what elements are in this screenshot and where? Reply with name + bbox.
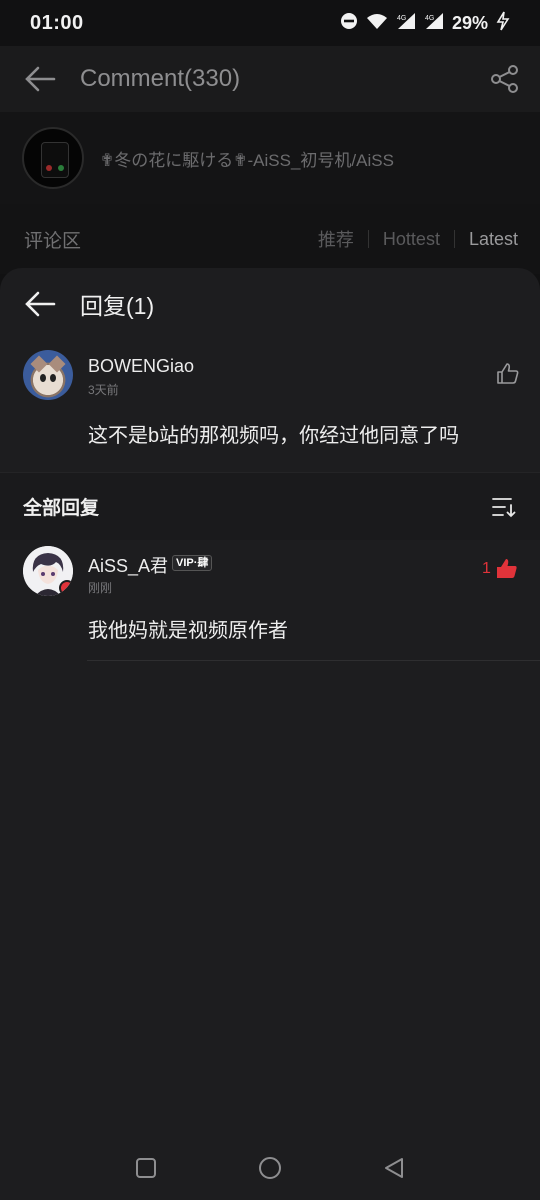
- signal-4g-icon-2: 4G: [424, 12, 444, 35]
- tab-recommended[interactable]: 推荐: [304, 226, 368, 252]
- back-button[interactable]: [0, 46, 80, 112]
- tab-latest[interactable]: Latest: [455, 229, 518, 250]
- arrow-left-icon: [25, 291, 56, 317]
- comment-text: 这不是b站的那视频吗，你经过他同意了吗: [88, 425, 460, 447]
- like-button[interactable]: [496, 362, 520, 386]
- comment-tabs: 评论区 推荐 Hottest Latest: [0, 204, 540, 274]
- comment-area-label: 评论区: [24, 230, 82, 252]
- recent-apps-button[interactable]: [124, 1146, 168, 1190]
- app-header: Comment(330): [0, 46, 540, 112]
- thumbs-up-filled-icon: [496, 559, 517, 578]
- screen: 01:00 4G 4G 29% Comment(330) ✟冬の花に駆ける✟-A…: [0, 0, 540, 1200]
- all-replies-bar: 全部回复: [0, 472, 540, 540]
- reply-text: 我他妈就是视频原作者: [88, 620, 288, 642]
- charging-bolt-icon: [496, 11, 510, 36]
- sort-icon: [492, 497, 516, 517]
- reply-count-title: 回复(1): [80, 293, 155, 319]
- avatar[interactable]: [23, 546, 73, 596]
- tab-hottest[interactable]: Hottest: [369, 229, 454, 250]
- thumbs-up-icon: [497, 363, 519, 384]
- reply-time: 刚刚: [88, 581, 113, 595]
- back-nav-button[interactable]: [372, 1146, 416, 1190]
- like-count: 1: [482, 560, 491, 577]
- signal-4g-icon: 4G: [396, 12, 416, 35]
- vip-badge: VIP·肆: [172, 555, 213, 571]
- svg-text:4G: 4G: [397, 15, 406, 22]
- album-cover: [22, 127, 84, 189]
- page-title: Comment(330): [80, 65, 241, 92]
- music-badge-icon: [59, 580, 73, 596]
- comment-username[interactable]: BOWENGiao: [88, 356, 194, 377]
- sort-tabs: 推荐 Hottest Latest: [304, 226, 518, 252]
- avatar[interactable]: [23, 350, 73, 400]
- sheet-header: 回复(1): [0, 268, 540, 340]
- svg-text:4G: 4G: [425, 15, 434, 22]
- song-card[interactable]: ✟冬の花に駆ける✟-AiSS_初号机/AiSS: [0, 112, 540, 204]
- home-button[interactable]: [248, 1146, 292, 1190]
- status-bar: 01:00 4G 4G 29%: [0, 0, 540, 46]
- like-button[interactable]: 1: [482, 557, 519, 581]
- triangle-back-icon: [385, 1158, 403, 1178]
- sheet-back-button[interactable]: [0, 268, 80, 340]
- wifi-icon: [366, 12, 388, 35]
- reply-username[interactable]: AiSS_A君: [88, 552, 168, 578]
- reply-sheet: 回复(1) BOWENGiao 3天前 这不是b站的那视频吗，你经过他同意了吗 …: [0, 268, 540, 1200]
- square-icon: [136, 1158, 156, 1178]
- status-time: 01:00: [30, 11, 84, 34]
- song-title: ✟冬の花に駆ける✟-AiSS_初号机/AiSS: [100, 150, 394, 170]
- all-replies-label: 全部回复: [23, 498, 100, 519]
- battery-percent: 29%: [451, 12, 488, 33]
- sort-button[interactable]: [490, 493, 518, 521]
- divider: [87, 660, 540, 661]
- arrow-left-icon: [25, 66, 56, 92]
- status-icons: 4G 4G 29%: [340, 11, 510, 36]
- share-button[interactable]: [470, 46, 540, 112]
- comment-time: 3天前: [88, 383, 119, 397]
- share-icon: [491, 65, 518, 93]
- circle-icon: [259, 1157, 281, 1179]
- system-nav-bar: [0, 1136, 540, 1200]
- do-not-disturb-icon: [340, 12, 358, 35]
